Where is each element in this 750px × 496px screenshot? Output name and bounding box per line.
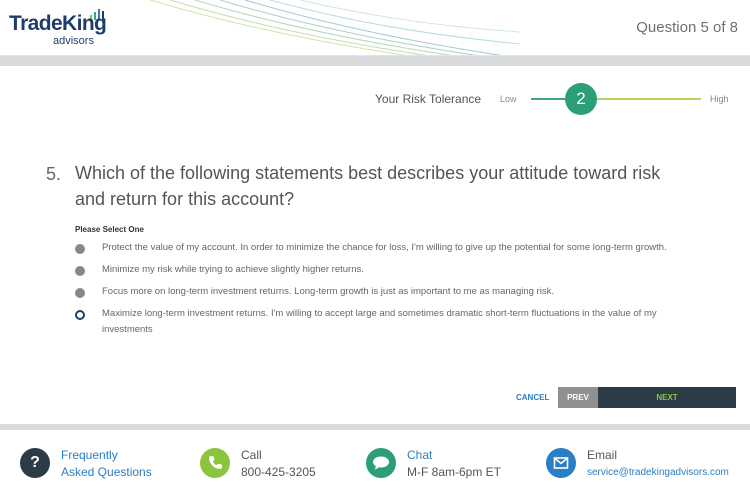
radio-button-selected[interactable] bbox=[75, 310, 85, 320]
answer-option-label: Focus more on long-term investment retur… bbox=[102, 286, 554, 297]
faq-link-line1[interactable]: Frequently bbox=[61, 448, 118, 462]
tradeking-logo[interactable]: TradeKing advisors bbox=[9, 8, 119, 48]
faq-link-line2[interactable]: Asked Questions bbox=[61, 465, 152, 479]
chat-icon bbox=[366, 448, 396, 478]
answer-option[interactable]: Protect the value of my account. In orde… bbox=[75, 240, 675, 256]
answer-option[interactable]: Maximize long-term investment returns. I… bbox=[75, 306, 675, 338]
risk-tolerance-title: Your Risk Tolerance bbox=[375, 92, 482, 106]
radio-button[interactable] bbox=[75, 244, 85, 254]
answer-option[interactable]: Minimize my risk while trying to achieve… bbox=[75, 262, 675, 278]
phone-icon bbox=[200, 448, 230, 478]
risk-tolerance-meter: Your Risk Tolerance Low 2 High bbox=[375, 83, 745, 115]
email-link[interactable]: service@tradekingadvisors.com bbox=[587, 467, 729, 478]
question-panel: Your Risk Tolerance Low 2 High 5. Which … bbox=[0, 66, 750, 424]
prev-button[interactable]: PREV bbox=[558, 387, 598, 408]
question-icon: ? bbox=[20, 448, 50, 478]
answer-option-label: Protect the value of my account. In orde… bbox=[102, 242, 667, 253]
answer-options: Protect the value of my account. In orde… bbox=[75, 240, 675, 344]
footer: ? Frequently Asked Questions Call 800-42… bbox=[0, 430, 750, 496]
radio-button[interactable] bbox=[75, 266, 85, 276]
question-text: Which of the following statements best d… bbox=[75, 163, 661, 209]
answer-option[interactable]: Focus more on long-term investment retur… bbox=[75, 284, 675, 300]
cancel-button[interactable]: CANCEL bbox=[516, 393, 549, 402]
select-instruction: Please Select One bbox=[75, 225, 144, 234]
risk-low-label: Low bbox=[500, 94, 517, 104]
call-number: 800-425-3205 bbox=[241, 465, 316, 479]
email-label: Email bbox=[587, 448, 618, 462]
question-number: 5. bbox=[46, 164, 62, 184]
risk-scale-line-high bbox=[597, 98, 701, 100]
header: TradeKing advisors Question 5 of 8 bbox=[0, 0, 750, 56]
chat-link[interactable]: Chat bbox=[407, 448, 432, 462]
question-progress: Question 5 of 8 bbox=[636, 19, 738, 36]
answer-option-label: Maximize long-term investment returns. I… bbox=[102, 308, 657, 335]
chat-hours: M-F 8am-6pm ET bbox=[407, 465, 502, 479]
logo-sub: advisors bbox=[53, 35, 94, 47]
risk-scale-line-low bbox=[531, 98, 565, 100]
radio-button[interactable] bbox=[75, 288, 85, 298]
next-button[interactable]: NEXT bbox=[598, 387, 736, 408]
call-label: Call bbox=[241, 448, 262, 462]
email-icon bbox=[546, 448, 576, 478]
risk-high-label: High bbox=[710, 94, 729, 104]
answer-option-label: Minimize my risk while trying to achieve… bbox=[102, 264, 364, 275]
header-swoosh-decoration bbox=[150, 0, 520, 55]
logo-brand: TradeKing bbox=[9, 12, 107, 35]
risk-level-indicator: 2 bbox=[565, 83, 597, 115]
